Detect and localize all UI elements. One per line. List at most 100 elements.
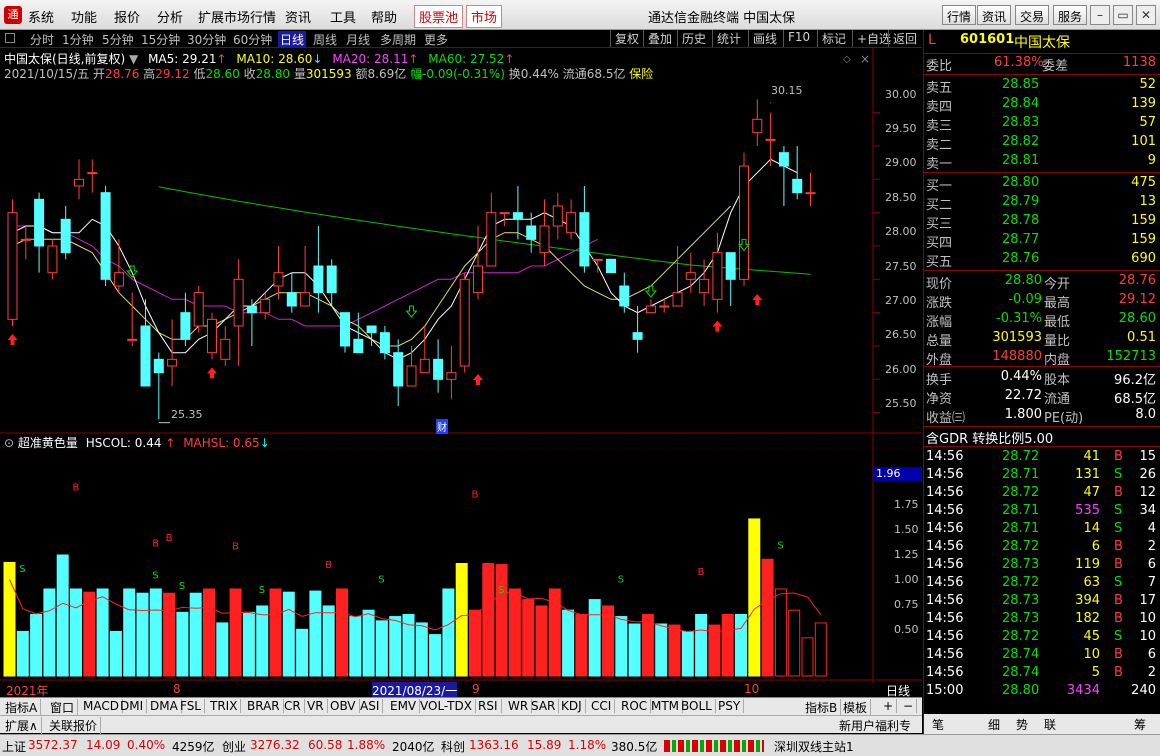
menu-analysis[interactable]: 分析 (157, 7, 183, 26)
ask-level-label: 卖四 (926, 100, 953, 115)
period-tab-15min[interactable]: 15分钟 (141, 31, 180, 48)
indicator-tab-obv[interactable]: OBV (327, 699, 360, 713)
indicator-tab-[interactable]: 窗口 (47, 699, 79, 716)
period-tab-fenshi[interactable]: 分时 (30, 31, 54, 48)
toolbar-back-button[interactable]: 返回 (888, 30, 921, 47)
period-tab-monthly[interactable]: 月线 (346, 31, 370, 48)
indicator-settings-icon[interactable]: ⊙ (4, 436, 14, 450)
chart-close-icon[interactable]: × (860, 52, 870, 66)
period-tab-30min[interactable]: 30分钟 (187, 31, 226, 48)
stat-value: 28.60 (1118, 311, 1156, 326)
menu-help[interactable]: 帮助 (371, 7, 397, 26)
period-tab-5min[interactable]: 5分钟 (102, 31, 134, 48)
top-button-trade[interactable]: 交易 (1015, 5, 1050, 25)
toolbar-history-button[interactable]: 历史 (677, 30, 710, 47)
indicator-tab-a[interactable]: 指标A (2, 699, 42, 716)
chart-expand-icon[interactable]: ◇ (843, 54, 851, 65)
side-tab-shi[interactable]: 势 (1016, 716, 1028, 733)
indicator-tab-rsi[interactable]: RSI (475, 699, 502, 713)
period-tab-1min[interactable]: 1分钟 (62, 31, 94, 48)
status-bar: 上证 3572.37 14.09 0.40% 4259亿 创业 3276.32 … (0, 734, 1160, 756)
indicator-tab-trix[interactable]: TRIX (207, 699, 242, 713)
template-tab[interactable]: 模板 (840, 699, 872, 716)
ma5-label: MA5: 29.21 (148, 52, 217, 66)
top-button-quote[interactable]: 行情 (942, 5, 977, 25)
tick-volume: 394 (1075, 593, 1100, 608)
menu-info[interactable]: 资讯 (285, 7, 311, 26)
window-title: 通达信金融终端 中国太保 (648, 11, 796, 26)
indicator-tab-fsl[interactable]: FSL (177, 699, 205, 713)
indicator-bar (16, 630, 29, 677)
market-breadth-bar (664, 740, 764, 752)
indicator-tab-sar[interactable]: SAR (528, 699, 560, 713)
close-icon[interactable]: ✕ (1136, 5, 1156, 25)
indicator-tab-cci[interactable]: CCI (588, 699, 616, 713)
related-quote-tab[interactable]: 关联报价 (46, 717, 102, 734)
indicator-tab-vr[interactable]: VR (304, 699, 328, 713)
toolbar-adjust-button[interactable]: 复权 (610, 30, 643, 47)
stat-value: 28.80 (1004, 273, 1042, 288)
price-tick: 28.50 (885, 191, 917, 204)
menu-tools[interactable]: 工具 (330, 7, 356, 26)
indicator-tab-cr[interactable]: CR (281, 699, 305, 713)
indicator-tab-brar[interactable]: BRAR (244, 699, 284, 713)
toolbar-stats-button[interactable]: 统计 (712, 30, 745, 47)
indicator-tab-kdj[interactable]: KDJ (558, 699, 586, 713)
indicator-tab-boll[interactable]: BOLL (678, 699, 716, 713)
menu-market[interactable]: 市场 (466, 5, 503, 28)
period-tab-more[interactable]: 更多 (424, 31, 448, 48)
period-tab-weekly[interactable]: 周线 (313, 31, 337, 48)
minimize-icon[interactable]: – (1090, 5, 1110, 25)
period-tab-multi[interactable]: 多周期 (380, 31, 416, 48)
indicator-tab-roc[interactable]: ROC (618, 699, 652, 713)
sh-index-change: 14.09 (86, 738, 121, 752)
side-tab-chou[interactable]: 筹 (1134, 716, 1146, 733)
chart-settings-icon[interactable]: ▼ (129, 52, 138, 66)
side-tab-bi[interactable]: 笔 (932, 716, 944, 733)
indicator-tab-asi[interactable]: ASI (357, 699, 384, 713)
sell-signal-marker: S (777, 541, 783, 552)
bid-volume: 159 (1131, 213, 1156, 228)
indicator-bar (123, 588, 136, 677)
menu-system[interactable]: 系统 (28, 7, 54, 26)
toolbar-draw-button[interactable]: 画线 (748, 30, 781, 47)
bid-level-label: 买二 (926, 198, 953, 213)
kline-chart[interactable]: SBB BSSBSBSBSSBS (0, 48, 922, 684)
toolbar-mark-button[interactable]: 标记 (817, 30, 850, 47)
side-tab-lian[interactable]: 联 (1044, 716, 1056, 733)
indicator-tab-voltdx[interactable]: VOL-TDX (417, 699, 476, 713)
menu-function[interactable]: 功能 (71, 7, 97, 26)
cy-index-pct: 1.88% (347, 738, 386, 752)
tick-count: 17 (1139, 593, 1156, 608)
indicator-b-tab[interactable]: 指标B (802, 699, 842, 716)
stat-label: PE(动) (1044, 411, 1084, 426)
ohlc-turnover: 换0.44% (508, 67, 559, 81)
top-button-info[interactable]: 资讯 (977, 5, 1012, 25)
indicator-bar (336, 588, 348, 677)
candle-body (725, 252, 736, 280)
bid-row: 买四 28.77 159 (924, 231, 1160, 251)
maximize-icon[interactable]: ▭ (1113, 5, 1133, 25)
menu-ext-market[interactable]: 扩展市场行情 (198, 7, 276, 26)
top-button-service[interactable]: 服务 (1053, 5, 1088, 25)
menu-quote[interactable]: 报价 (114, 7, 140, 26)
indicator-bar (575, 613, 588, 677)
menu-stock-pool[interactable]: 股票池 (414, 5, 464, 28)
remove-window-icon[interactable]: − (900, 699, 918, 713)
indicator-tab-emv[interactable]: EMV (387, 699, 421, 713)
candle-body (340, 312, 350, 347)
tick-price: 28.72 (1002, 449, 1040, 464)
period-tab-daily[interactable]: 日线 (278, 31, 307, 48)
add-window-icon[interactable]: + (880, 699, 898, 713)
sh-index-amount: 4259亿 (172, 740, 215, 754)
hscol-label: HSCOL: 0.44 (85, 436, 162, 450)
toolbar-f10-button[interactable]: F10 (783, 30, 814, 47)
extension-toggle[interactable]: 扩展∧ (2, 717, 42, 734)
indicator-tab-dmi[interactable]: DMI (117, 699, 148, 713)
period-tab-60min[interactable]: 60分钟 (233, 31, 272, 48)
indicator-tab-psy[interactable]: PSY (715, 699, 745, 713)
chart-area[interactable]: SBBBSSBSBSBSSBS 中国太保(日线,前复权) ▼ MA5: 29.2… (0, 48, 922, 699)
toolbar-overlay-button[interactable]: 叠加 (643, 30, 676, 47)
finance-report-icon[interactable]: 财 (436, 419, 448, 434)
side-tab-xi[interactable]: 细 (988, 716, 1000, 733)
